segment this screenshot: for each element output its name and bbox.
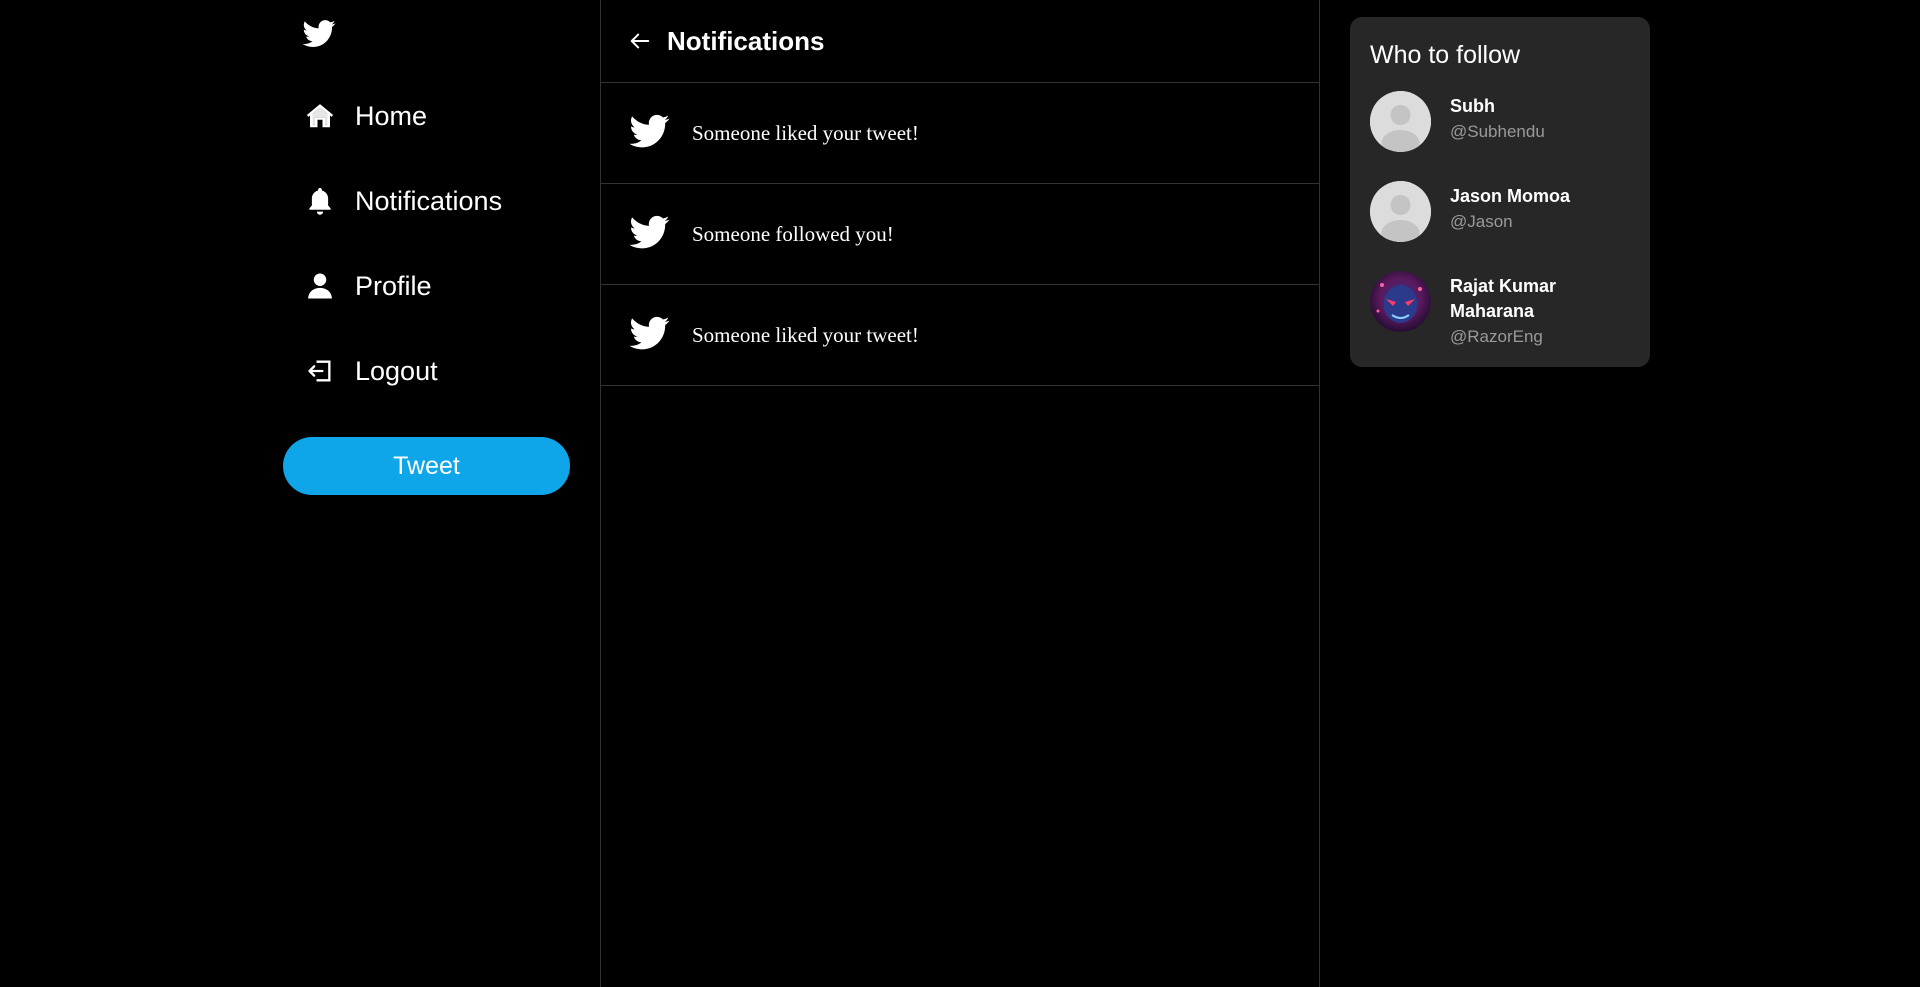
notification-text: Someone liked your tweet! xyxy=(692,120,919,145)
person-icon xyxy=(303,269,337,303)
notification-item[interactable]: Someone liked your tweet! xyxy=(601,285,1319,386)
follow-name: Rajat Kumar Maharana xyxy=(1450,276,1557,321)
follow-handle: @Jason xyxy=(1450,212,1513,231)
who-to-follow-panel: Who to follow Subh @Subhendu Jason Momoa… xyxy=(1350,17,1650,367)
follow-name: Jason Momoa xyxy=(1450,186,1571,206)
home-icon xyxy=(303,99,337,133)
follow-suggestion[interactable]: Rajat Kumar Maharana @RazorEng xyxy=(1370,271,1640,349)
follow-info: Subh @Subhendu xyxy=(1450,94,1640,152)
notification-text: Someone liked your tweet! xyxy=(692,322,919,347)
nav-notifications[interactable]: Notifications xyxy=(303,179,502,223)
nav-logout[interactable]: Logout xyxy=(303,349,438,393)
who-to-follow-title: Who to follow xyxy=(1370,41,1521,69)
nav-home-label: Home xyxy=(355,100,428,131)
avatar xyxy=(1370,91,1431,152)
tweet-button[interactable]: Tweet xyxy=(283,437,570,495)
follow-suggestion[interactable]: Jason Momoa @Jason xyxy=(1370,181,1640,242)
follow-suggestion[interactable]: Subh @Subhendu xyxy=(1370,91,1640,152)
follow-info: Rajat Kumar Maharana @RazorEng xyxy=(1450,274,1640,349)
notification-text: Someone followed you! xyxy=(692,221,894,246)
page-header: Notifications xyxy=(601,0,1319,83)
twitter-bird-icon xyxy=(629,313,674,357)
nav-logout-label: Logout xyxy=(355,355,438,386)
page-title: Notifications xyxy=(667,25,825,56)
follow-info: Jason Momoa @Jason xyxy=(1450,184,1640,242)
follow-name: Subh xyxy=(1450,96,1495,116)
notifications-column: Notifications Someone liked your tweet! … xyxy=(600,0,1320,987)
twitter-bird-icon xyxy=(629,212,674,256)
nav-notifications-label: Notifications xyxy=(355,185,503,216)
twitter-logo-icon[interactable] xyxy=(302,17,336,50)
nav-profile[interactable]: Profile xyxy=(303,264,432,308)
avatar xyxy=(1370,181,1431,242)
follow-handle: @Subhendu xyxy=(1450,122,1545,141)
notification-item[interactable]: Someone followed you! xyxy=(601,184,1319,285)
nav-home[interactable]: Home xyxy=(303,94,427,138)
nav-profile-label: Profile xyxy=(355,270,432,301)
follow-handle: @RazorEng xyxy=(1450,327,1543,346)
back-arrow-icon[interactable] xyxy=(627,28,653,54)
bell-icon xyxy=(303,184,337,218)
logout-icon xyxy=(303,354,337,388)
twitter-bird-icon xyxy=(629,111,674,155)
avatar xyxy=(1370,271,1431,332)
sidebar: Home Notifications Profile Logout Tweet xyxy=(283,0,601,987)
notification-item[interactable]: Someone liked your tweet! xyxy=(601,83,1319,184)
